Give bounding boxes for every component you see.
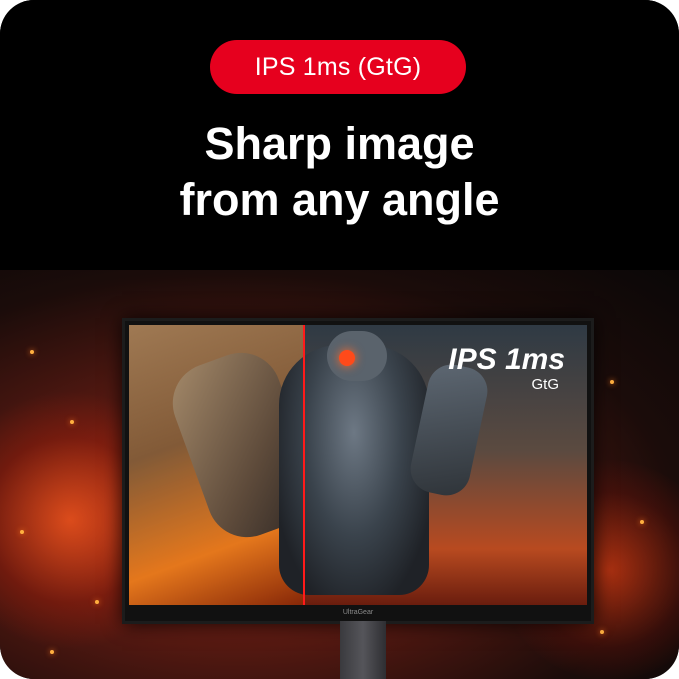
header-panel: IPS 1ms (GtG) Sharp image from any angle [0,0,679,270]
ips-logo-sub: GtG [531,376,559,393]
bezel-brand: UltraGear [342,609,374,616]
headline-line-1: Sharp image [204,118,475,169]
ember [50,650,54,654]
ember [70,420,74,424]
ember [30,350,34,354]
ember [640,520,644,524]
ember [610,380,614,384]
monitor-stand [340,621,386,679]
ember [600,630,604,634]
hero-image: IPS 1ms GtG UltraGear [0,270,679,679]
product-card: IPS 1ms (GtG) Sharp image from any angle [0,0,679,679]
gaming-monitor: IPS 1ms GtG UltraGear [122,318,594,624]
ember [20,530,24,534]
monitor-screen: IPS 1ms GtG [129,325,587,605]
headline-line-2: from any angle [179,174,500,225]
headline: Sharp image from any angle [0,116,679,228]
ember [95,600,99,604]
robot-head [327,331,387,381]
robot-body [279,345,429,595]
ips-logo-main: IPS 1ms [448,343,565,376]
comparison-divider [303,325,305,605]
ips-1ms-logo: IPS 1ms GtG [448,345,565,393]
robot-eye [339,350,355,366]
feature-badge: IPS 1ms (GtG) [210,40,466,94]
